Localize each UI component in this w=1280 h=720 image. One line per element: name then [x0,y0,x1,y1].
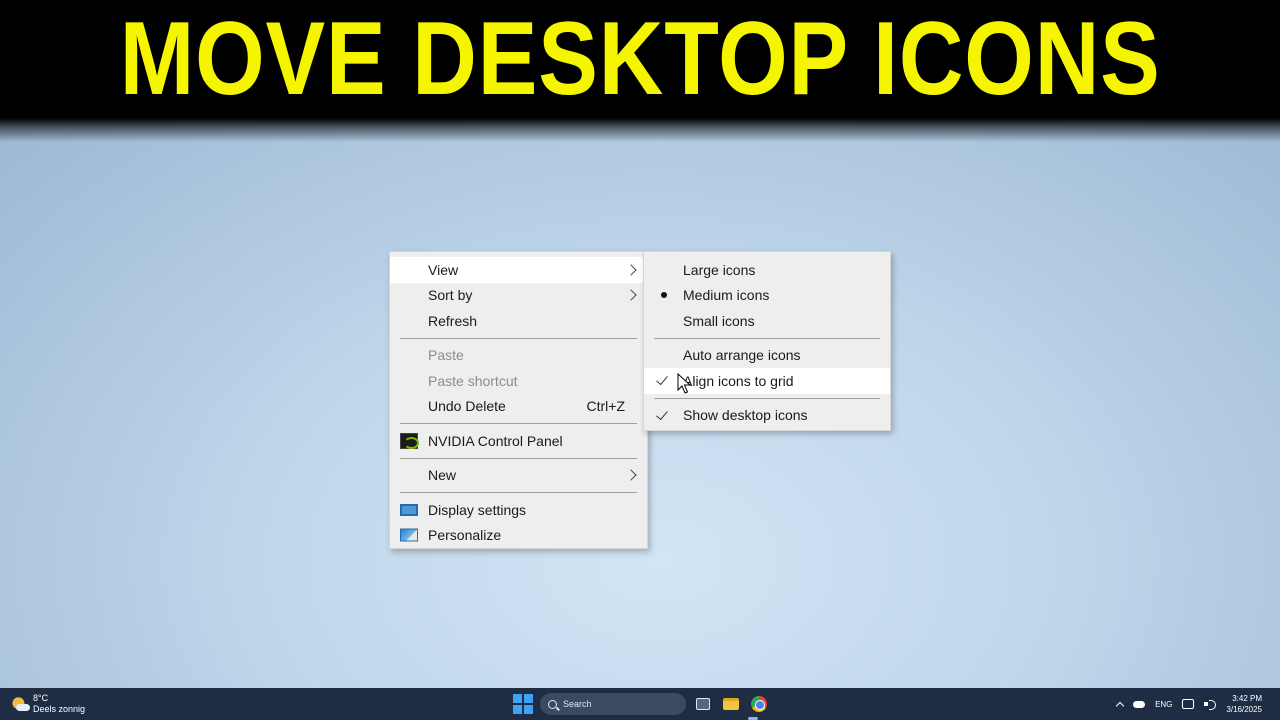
clock-date: 3/16/2025 [1226,705,1262,714]
language-indicator[interactable]: ENG [1155,700,1172,709]
menu-separator [400,337,637,339]
onedrive-cloud-icon[interactable] [1133,700,1146,708]
chevron-right-icon [625,264,637,276]
personalize-icon [400,528,418,542]
menu-item-label: New [428,467,457,484]
chevron-right-icon [625,469,637,481]
menu-item-paste-shortcut[interactable]: Paste shortcut [390,368,647,394]
menu-item-refresh[interactable]: Refresh [390,308,647,334]
menu-item-label: Auto arrange icons [683,347,801,364]
system-tray: ENG 3:42 PM 3/16/2025 [1115,688,1262,720]
nvidia-icon [400,432,419,449]
selected-bullet-icon [661,292,667,299]
menu-item-label: Undo Delete [428,398,506,415]
menu-item-new[interactable]: New [390,463,647,489]
menu-item-view[interactable]: View [390,257,647,283]
banner-title: MOVE DESKTOP ICONS [119,1,1161,117]
search-icon [548,699,557,709]
checkmark-icon [656,407,668,420]
display-settings-icon [400,503,418,516]
menu-separator [654,337,880,339]
menu-item-label: Paste shortcut [428,372,518,389]
menu-item-nvidia-control-panel[interactable]: NVIDIA Control Panel [390,428,647,454]
start-icon [513,694,533,714]
weather-widget[interactable]: 8°C Deels zonnig [12,693,85,715]
chevron-up-icon[interactable] [1115,701,1125,711]
menu-separator [654,397,880,399]
menu-item-shortcut: Ctrl+Z [586,398,626,415]
start-button[interactable] [512,693,534,715]
submenu-item-auto-arrange-icons[interactable]: Auto arrange icons [644,343,890,369]
menu-item-label: Small icons [683,312,755,329]
network-icon[interactable] [1182,699,1195,709]
checkmark-icon [656,373,668,386]
menu-separator [400,423,637,424]
menu-item-label: Large icons [683,261,756,278]
weather-condition: Deels zonnig [33,704,86,714]
mouse-cursor-icon [677,373,691,394]
menu-item-label: View [428,261,459,278]
view-submenu: Large icons Medium icons Small icons Aut… [643,251,891,431]
submenu-item-small-icons[interactable]: Small icons [644,308,890,334]
menu-item-label: Align icons to grid [683,372,794,389]
submenu-item-large-icons[interactable]: Large icons [644,257,890,283]
weather-temperature: 8°C [33,693,49,703]
menu-item-undo-delete[interactable]: Undo Delete Ctrl+Z [390,394,647,420]
task-view-button[interactable] [692,693,714,715]
title-banner: MOVE DESKTOP ICONS [0,0,1280,118]
file-explorer-icon [723,698,739,710]
taskbar: 8°C Deels zonnig Search ENG 3:42 PM 3/16… [0,688,1280,720]
taskbar-apps: Search [512,692,770,716]
menu-item-label: Medium icons [683,287,770,304]
search-placeholder: Search [563,699,592,709]
task-view-icon [696,698,710,710]
menu-item-personalize[interactable]: Personalize [390,523,647,549]
banner-shadow [0,118,1280,142]
menu-item-display-settings[interactable]: Display settings [390,497,647,523]
partly-sunny-icon [12,696,30,712]
menu-separator [400,492,637,493]
menu-item-sort-by[interactable]: Sort by [390,283,647,309]
submenu-item-show-desktop-icons[interactable]: Show desktop icons [644,403,890,429]
taskbar-clock[interactable]: 3:42 PM 3/16/2025 [1226,693,1262,715]
clock-time: 3:42 PM [1232,694,1262,703]
chevron-right-icon [625,289,637,301]
chrome-button[interactable] [748,693,770,715]
menu-item-label: Refresh [428,312,478,329]
menu-item-label: Paste [428,347,464,364]
taskbar-search-box[interactable]: Search [540,693,686,715]
menu-item-label: NVIDIA Control Panel [428,432,563,449]
menu-separator [400,457,637,459]
menu-item-label: Show desktop icons [683,407,808,424]
menu-item-label: Sort by [428,287,473,304]
desktop-context-menu: View Sort by Refresh Paste Paste shortcu… [389,251,648,549]
menu-item-label: Personalize [428,527,502,544]
submenu-item-medium-icons[interactable]: Medium icons [644,283,890,309]
menu-item-label: Display settings [428,501,527,518]
speaker-icon[interactable] [1204,699,1217,710]
menu-item-paste[interactable]: Paste [390,343,647,369]
chrome-icon [751,696,767,712]
file-explorer-button[interactable] [720,693,742,715]
